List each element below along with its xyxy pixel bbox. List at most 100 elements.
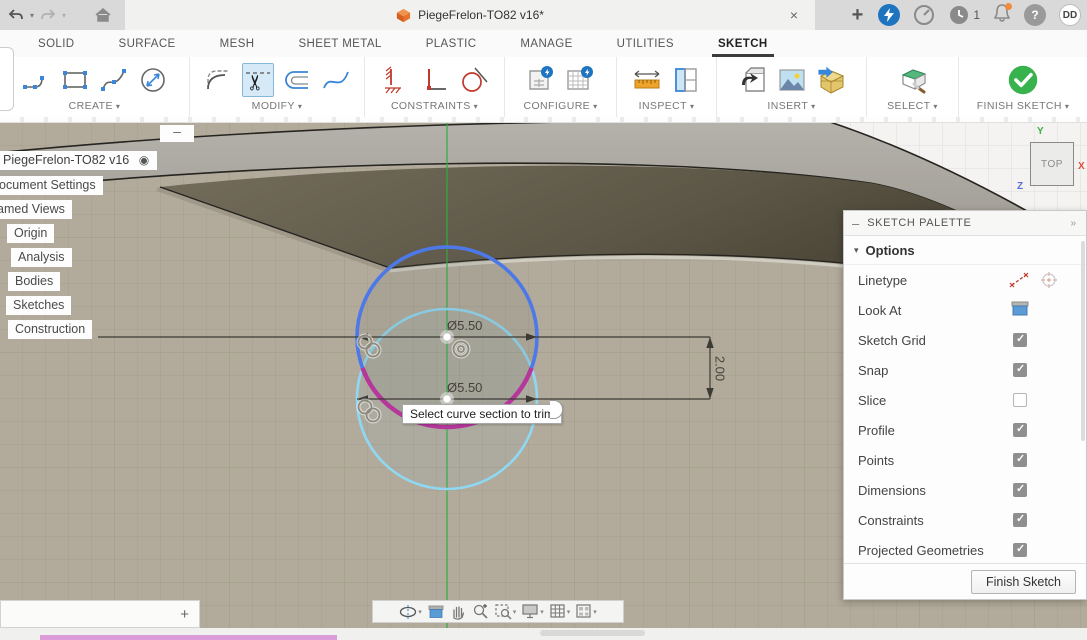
modify-dropdown-icon[interactable]: ▾ — [298, 102, 302, 111]
tangent-constraint-icon[interactable] — [458, 63, 490, 97]
tab-sketch[interactable]: SKETCH — [718, 38, 768, 50]
configuration-icon[interactable] — [525, 63, 557, 97]
document-tab[interactable]: PiegeFrelon-TO82 v16* × — [125, 0, 815, 30]
help-icon[interactable]: ? — [1024, 4, 1046, 26]
palette-scrollbar[interactable] — [1081, 241, 1085, 441]
tab-sheet-metal[interactable]: SHEET METAL — [298, 38, 381, 50]
curve-icon[interactable] — [320, 63, 352, 97]
grid-snap-button[interactable]: ▾ — [550, 604, 571, 619]
finish-sketch-dropdown-icon[interactable]: ▾ — [1065, 102, 1069, 111]
palette-options-section[interactable]: ▾ Options — [844, 236, 1086, 265]
group-label-inspect[interactable]: INSPECT — [639, 100, 687, 112]
zoom-window-button[interactable]: ▾ — [495, 604, 517, 620]
centerline-linetype-icon[interactable] — [1039, 271, 1059, 289]
select-dropdown-icon[interactable]: ▾ — [933, 102, 937, 111]
tab-solid[interactable]: SOLID — [38, 38, 75, 50]
sketch-palette-header[interactable]: – SKETCH PALETTE » — [844, 211, 1086, 236]
dimension-top-diameter[interactable]: Ø5.50 — [447, 318, 482, 333]
group-label-insert[interactable]: INSERT — [767, 100, 808, 112]
home-icon[interactable] — [94, 7, 112, 23]
dimension-vertical-distance[interactable]: 2.00 — [713, 349, 728, 389]
close-tab-icon[interactable]: × — [785, 6, 803, 24]
circle-diameter-icon[interactable] — [137, 63, 169, 97]
projected-geometries-checkbox[interactable] — [1013, 543, 1027, 557]
configuration-table-icon[interactable] — [564, 63, 596, 97]
constraints-checkbox[interactable] — [1013, 513, 1027, 527]
tab-mesh[interactable]: MESH — [220, 38, 255, 50]
offset-icon[interactable] — [281, 63, 313, 97]
configure-dropdown-icon[interactable]: ▾ — [593, 102, 597, 111]
browser-item-construction[interactable]: Construction — [8, 320, 92, 339]
dimensions-checkbox[interactable] — [1013, 483, 1027, 497]
group-label-constraints[interactable]: CONSTRAINTS — [391, 100, 471, 112]
canvas-image-icon[interactable] — [776, 63, 808, 97]
horizontal-scrollbar-thumb[interactable] — [540, 630, 645, 636]
redo-icon[interactable] — [40, 8, 56, 22]
fillet-icon[interactable] — [203, 63, 235, 97]
profile-checkbox[interactable] — [1013, 423, 1027, 437]
group-label-modify[interactable]: MODIFY — [252, 100, 295, 112]
finish-sketch-icon[interactable] — [1007, 63, 1039, 97]
recent-activity[interactable]: 1 — [948, 4, 980, 26]
fix-constraint-icon[interactable] — [380, 63, 412, 97]
viewports-button[interactable]: ▾ — [576, 604, 597, 619]
line-icon[interactable] — [20, 63, 52, 97]
zoom-window-dropdown-icon[interactable]: ▾ — [513, 608, 517, 616]
canvas-viewport[interactable]: Ø5.50 Ø5.50 2.00 – PiegeFrelon-TO82 v16 … — [0, 123, 1087, 628]
rectangle-icon[interactable] — [59, 63, 91, 97]
look-at-button[interactable] — [428, 605, 444, 619]
measure-icon[interactable] — [631, 63, 663, 97]
orbit-dropdown-icon[interactable]: ▾ — [418, 608, 422, 616]
group-label-configure[interactable]: CONFIGURE — [523, 100, 590, 112]
tab-surface[interactable]: SURFACE — [119, 38, 176, 50]
vertical-constraint-icon[interactable] — [419, 63, 451, 97]
timeline-add-icon[interactable]: + — [180, 606, 199, 623]
document-activate-icon[interactable]: ◉ — [131, 151, 157, 170]
pan-button[interactable] — [450, 604, 466, 620]
group-label-finish-sketch[interactable]: FINISH SKETCH — [977, 100, 1062, 112]
tab-plastic[interactable]: PLASTIC — [426, 38, 477, 50]
browser-root-item[interactable]: PiegeFrelon-TO82 v16 — [0, 151, 136, 170]
insert-derive-icon[interactable] — [737, 63, 769, 97]
browser-item-bodies[interactable]: Bodies — [8, 272, 60, 291]
orbit-button[interactable]: ▾ — [399, 604, 422, 620]
trim-icon[interactable]: ✂ — [242, 63, 274, 97]
browser-item-named-views[interactable]: Named Views — [0, 200, 72, 219]
zoom-button[interactable] — [472, 603, 489, 620]
sketch-grid-checkbox[interactable] — [1013, 333, 1027, 347]
undo-icon[interactable] — [8, 8, 24, 22]
notifications-button[interactable] — [993, 3, 1011, 28]
clipped-toolbar-button[interactable] — [0, 47, 14, 111]
sketch-geometry[interactable] — [357, 247, 537, 489]
palette-minimize-icon[interactable]: – — [852, 216, 859, 231]
timeline-bar[interactable]: + — [0, 600, 200, 628]
dimension-bottom-diameter[interactable]: Ø5.50 — [447, 380, 482, 395]
extensions-icon[interactable] — [913, 4, 935, 26]
options-collapse-icon[interactable]: ▾ — [854, 245, 859, 256]
finish-sketch-button[interactable]: Finish Sketch — [971, 570, 1076, 594]
job-status-icon[interactable] — [878, 4, 900, 26]
construction-linetype-icon[interactable] — [1009, 271, 1029, 289]
slice-checkbox[interactable] — [1013, 393, 1027, 407]
insert-dropdown-icon[interactable]: ▾ — [811, 102, 815, 111]
tab-manage[interactable]: MANAGE — [520, 38, 572, 50]
browser-item-analysis[interactable]: Analysis — [11, 248, 72, 267]
browser-item-origin[interactable]: Origin — [7, 224, 54, 243]
tab-utilities[interactable]: UTILITIES — [617, 38, 674, 50]
select-icon[interactable] — [897, 63, 929, 97]
grid-snap-dropdown-icon[interactable]: ▾ — [567, 608, 571, 616]
section-analysis-icon[interactable] — [670, 63, 702, 97]
spline-icon[interactable] — [98, 63, 130, 97]
snap-checkbox[interactable] — [1013, 363, 1027, 377]
browser-collapse-button[interactable]: – — [160, 125, 194, 142]
insert-mesh-icon[interactable] — [815, 63, 847, 97]
group-label-create[interactable]: CREATE — [69, 100, 113, 112]
browser-item-document-settings[interactable]: Document Settings — [0, 176, 103, 195]
look-at-icon[interactable] — [1011, 301, 1029, 317]
redo-dropdown-icon[interactable]: ▾ — [62, 11, 66, 20]
avatar[interactable]: DD — [1059, 4, 1081, 26]
new-tab-icon[interactable]: + — [852, 4, 864, 27]
inspect-dropdown-icon[interactable]: ▾ — [690, 102, 694, 111]
viewcube[interactable]: TOP — [1030, 142, 1074, 186]
points-checkbox[interactable] — [1013, 453, 1027, 467]
